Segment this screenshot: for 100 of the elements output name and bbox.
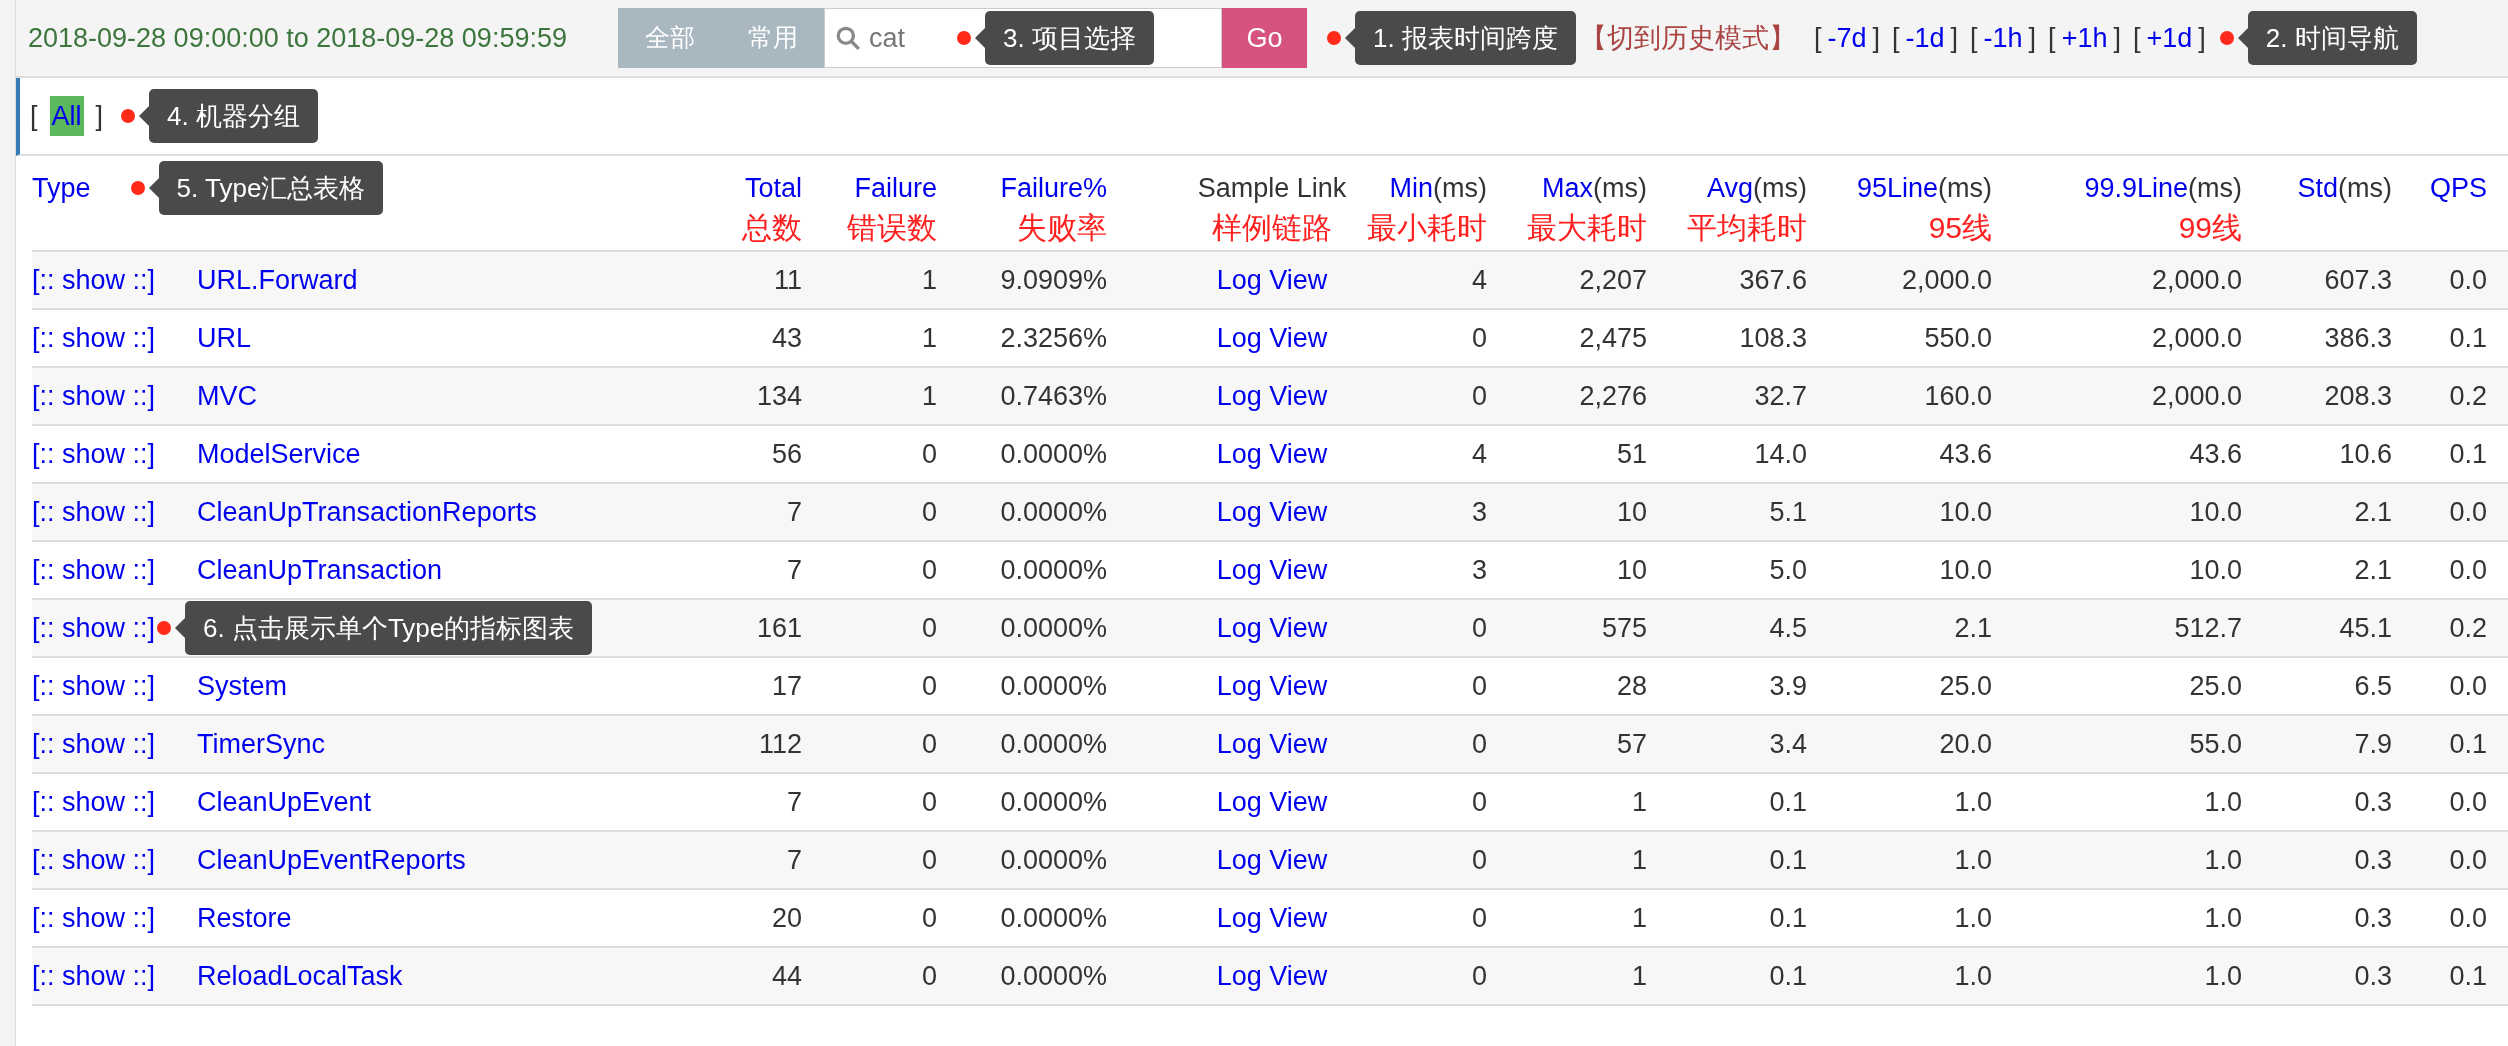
log-view-link[interactable]: Log View [1216, 665, 1328, 707]
type-name-link[interactable]: URL.Forward [197, 259, 358, 301]
time-nav-link[interactable]: +1d [2146, 17, 2193, 59]
table-cell-text: 0.1 [2448, 321, 2487, 355]
show-link[interactable]: [:: show ::] [32, 723, 156, 765]
log-view-link[interactable]: Log View [1216, 491, 1328, 533]
table-cell-text: 2,000.0 [2150, 379, 2242, 413]
type-name-link[interactable]: CleanUpEvent [197, 781, 372, 823]
log-view-link[interactable]: Log View [1216, 433, 1328, 475]
type-name-link[interactable]: Restore [197, 897, 292, 939]
table-cell-text: 1 [1630, 901, 1647, 935]
column-header[interactable]: 95Line(ms) [1856, 168, 1992, 209]
table-cell-text: 0.0000% [999, 959, 1107, 993]
column-annotation: 总数 [742, 210, 802, 245]
table-cell-text: 0 [1470, 611, 1487, 645]
column-annotation: 失败率 [1017, 210, 1107, 245]
type-name-link[interactable]: TimerSync [197, 723, 325, 765]
show-link[interactable]: [:: show ::] [32, 259, 156, 301]
table-cell-text: 0 [920, 669, 937, 703]
table-cell-text: 2,000.0 [1900, 263, 1992, 297]
column-header[interactable]: Failure [854, 168, 937, 209]
type-name-link[interactable]: ModelService [197, 433, 361, 475]
column-header[interactable]: Max(ms) [1542, 168, 1647, 209]
column-annotation: 最小耗时 [1367, 210, 1487, 245]
show-link[interactable]: [:: show ::] [32, 955, 156, 997]
table-cell-text: 6.5 [2353, 669, 2392, 703]
log-view-link[interactable]: Log View [1216, 723, 1328, 765]
log-view-link[interactable]: Log View [1216, 955, 1328, 997]
table-cell-text: 0.3 [2353, 901, 2392, 935]
type-name-link[interactable]: System [197, 665, 288, 707]
table-cell-text: 57 [1615, 727, 1647, 761]
table-cell-text: 11 [772, 263, 802, 297]
show-link[interactable]: [:: show ::] [32, 897, 156, 939]
show-link[interactable]: [:: show ::] [32, 549, 156, 591]
table-cell-text: 20 [770, 901, 802, 935]
tooltip-pointer [975, 28, 985, 48]
table-cell-text: 14.0 [1753, 437, 1807, 471]
time-nav-link[interactable]: -1d [1905, 17, 1945, 59]
bracket-text: ] [1950, 21, 1959, 55]
table-cell-text: 20.0 [1938, 727, 1992, 761]
time-nav-link[interactable]: -1h [1983, 17, 2023, 59]
table-cell-text: 3 [1470, 553, 1487, 587]
table-cell-text: 3.9 [1768, 669, 1807, 703]
table-cell-text: 0.0000% [999, 553, 1107, 587]
column-header[interactable]: 99.9Line(ms) [2084, 168, 2242, 209]
column-header[interactable]: Type [32, 167, 91, 209]
show-link[interactable]: [:: show ::] [32, 839, 156, 881]
table-cell-text: 55.0 [2188, 727, 2242, 761]
history-mode-link[interactable]: 【切到历史模式】 [1579, 17, 1796, 59]
log-view-link[interactable]: Log View [1216, 839, 1328, 881]
table-cell-text: 2.1 [1953, 611, 1992, 645]
table-cell-text: 0 [1470, 843, 1487, 877]
show-link[interactable]: [:: show ::] [32, 375, 156, 417]
show-link[interactable]: [:: show ::] [32, 665, 156, 707]
bracket-text: ] [2028, 21, 2037, 55]
table-cell-text: 2.3256% [999, 321, 1107, 355]
type-name-link[interactable]: CleanUpTransactionReports [197, 491, 537, 533]
type-name-link[interactable]: URL [197, 317, 251, 359]
column-header[interactable]: Avg(ms) [1706, 168, 1807, 209]
table-cell-text: 3.4 [1768, 727, 1807, 761]
show-link[interactable]: [:: show ::] [32, 781, 156, 823]
time-nav-link[interactable]: -7d [1827, 17, 1867, 59]
log-view-link[interactable]: Log View [1216, 897, 1328, 939]
table-cell-text: 0.0000% [999, 843, 1107, 877]
column-annotation: 95线 [1928, 210, 1992, 245]
type-name-link[interactable]: CleanUpTransaction [197, 549, 443, 591]
show-link[interactable]: [:: show ::] [32, 317, 156, 359]
show-link[interactable]: [:: show ::] [32, 607, 156, 649]
column-header[interactable]: Std(ms) [2297, 168, 2392, 209]
table-cell-text: 17 [770, 669, 802, 703]
table-cell-text: 3 [1470, 495, 1487, 529]
log-view-link[interactable]: Log View [1216, 259, 1328, 301]
column-header[interactable]: QPS [2429, 168, 2487, 209]
go-button[interactable]: Go [1222, 8, 1307, 68]
log-view-link[interactable]: Log View [1216, 317, 1328, 359]
tooltip-pointer [175, 618, 185, 638]
type-name-link[interactable]: CleanUpEventReports [197, 839, 466, 881]
show-link[interactable]: [:: show ::] [32, 491, 156, 533]
table-cell-text: 0.0 [2448, 495, 2487, 529]
table-cell-text: 0 [1470, 785, 1487, 819]
search-field[interactable]: cat 3. 项目选择 [824, 8, 1222, 68]
table-cell-text: 0 [1470, 727, 1487, 761]
log-view-link[interactable]: Log View [1216, 375, 1328, 417]
bracket-text: [ [1892, 21, 1900, 55]
show-link[interactable]: [:: show ::] [32, 433, 156, 475]
type-name-link[interactable]: MVC [197, 375, 257, 417]
log-view-link[interactable]: Log View [1216, 549, 1328, 591]
bracket-text: [ [30, 99, 38, 133]
table-cell-text: 7 [785, 843, 802, 877]
column-header[interactable]: Total [744, 168, 802, 209]
machine-group-link[interactable]: All [49, 95, 84, 137]
table-cell-text: 0.1 [2448, 959, 2487, 993]
column-header[interactable]: Failure% [1000, 168, 1107, 209]
type-name-link[interactable]: ReloadLocalTask [197, 955, 403, 997]
log-view-link[interactable]: Log View [1216, 607, 1328, 649]
table-cell-text: 10.6 [2338, 437, 2392, 471]
column-annotation: 最大耗时 [1527, 210, 1647, 245]
column-header[interactable]: Min(ms) [1389, 168, 1487, 209]
log-view-link[interactable]: Log View [1216, 781, 1328, 823]
time-nav-link[interactable]: +1h [2061, 17, 2108, 59]
